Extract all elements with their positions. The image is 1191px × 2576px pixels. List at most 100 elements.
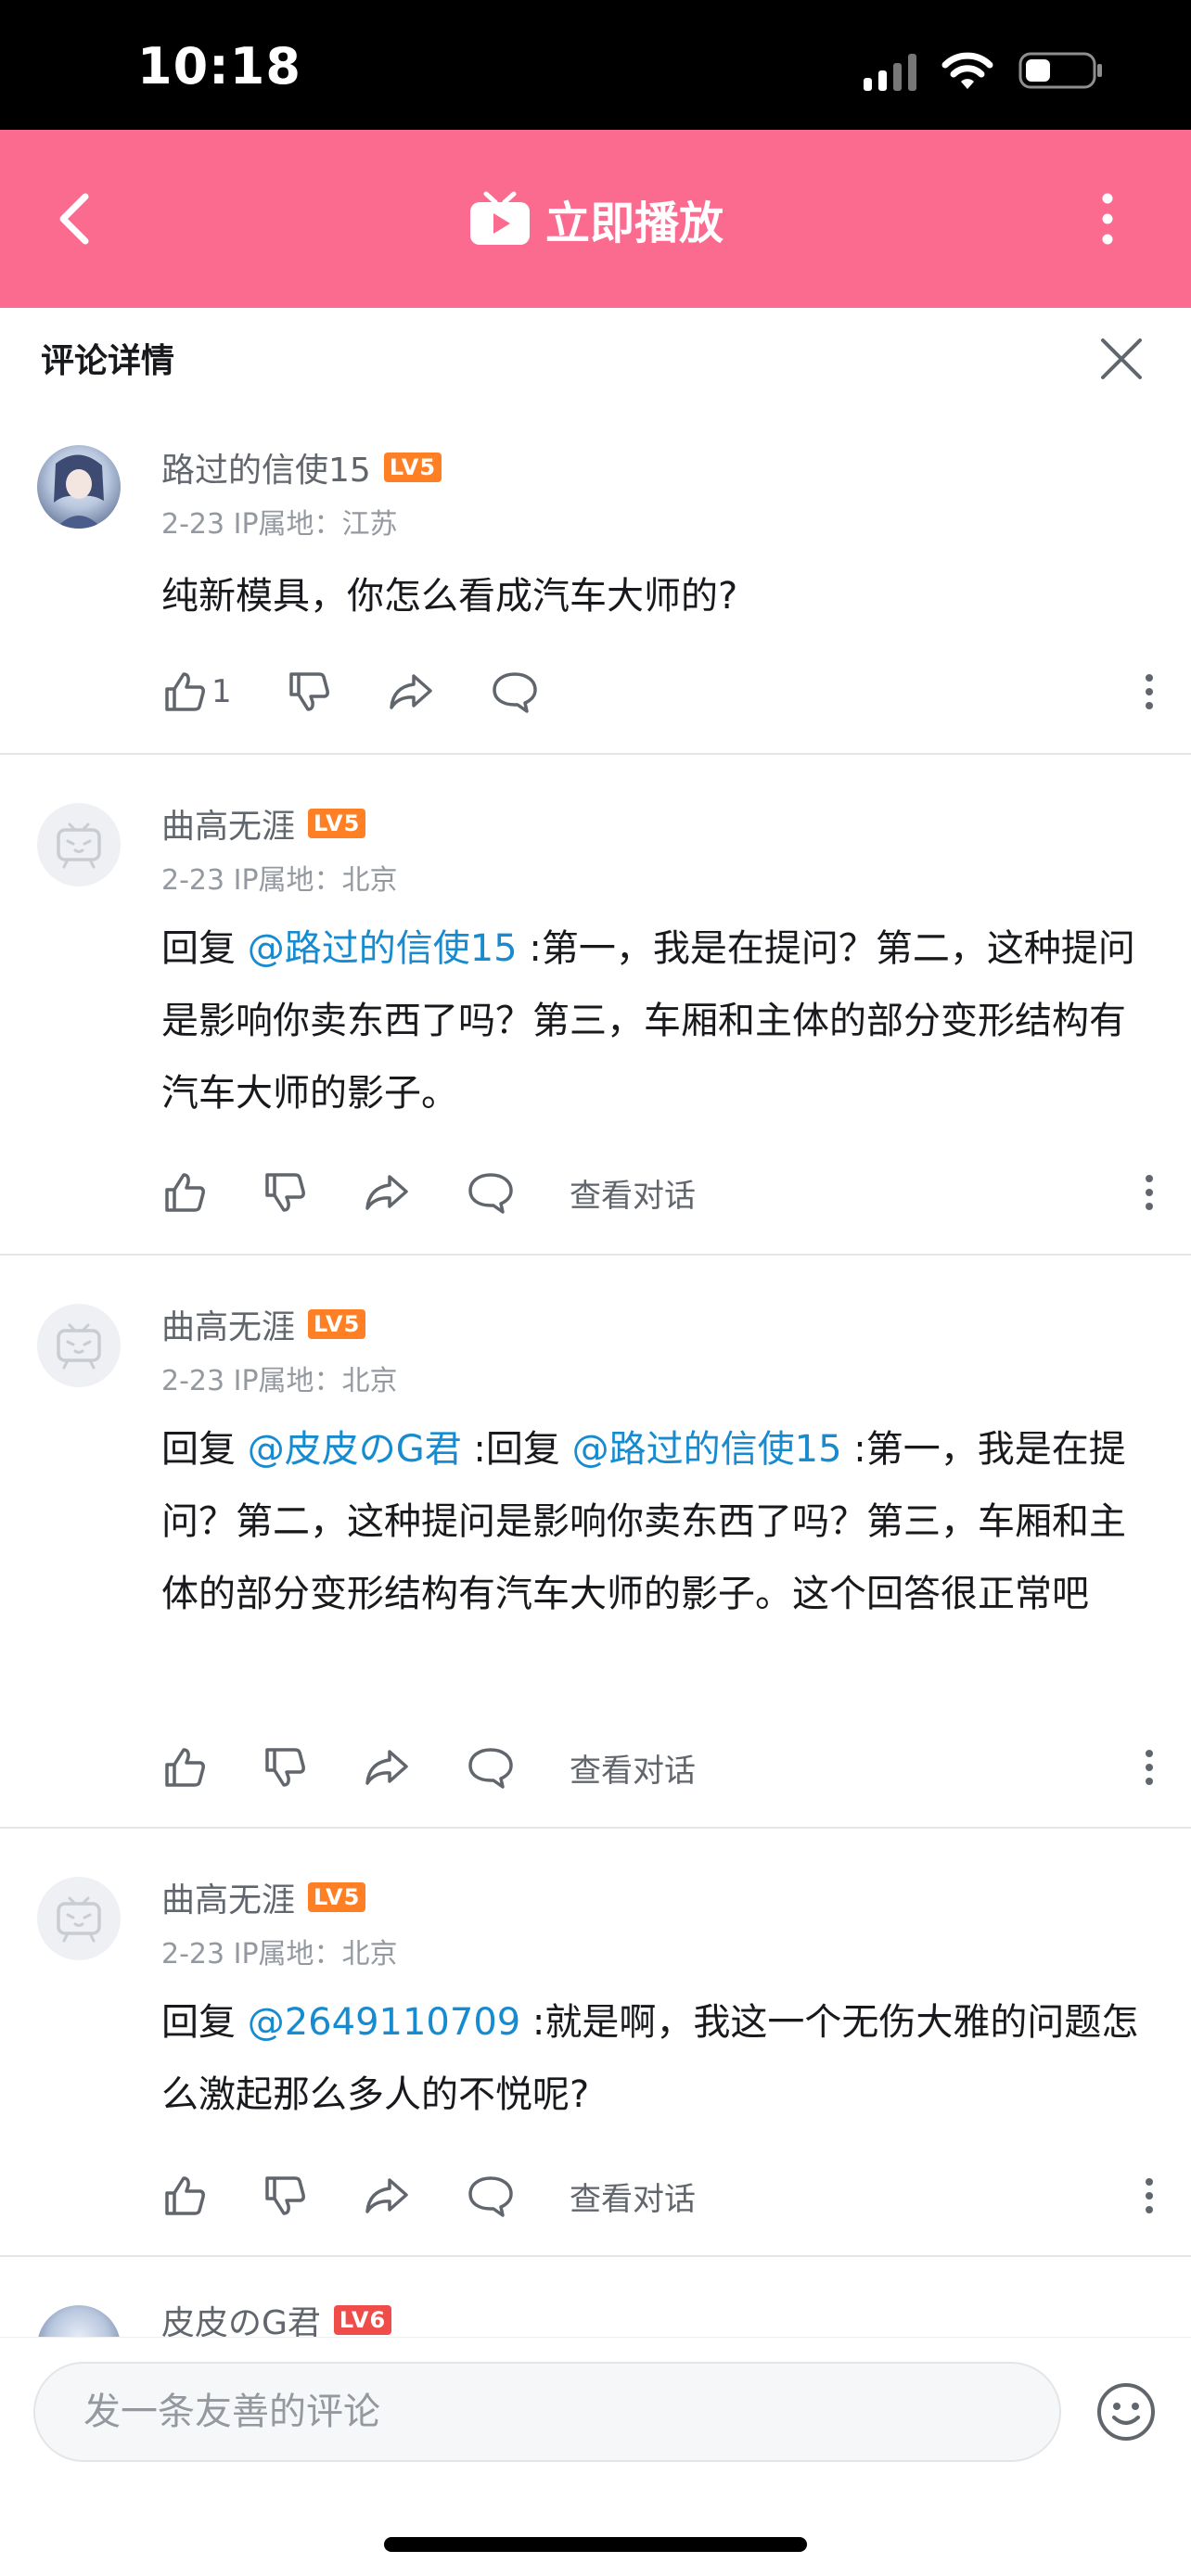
close-icon: [1101, 338, 1142, 379]
cellular-signal-icon: [864, 50, 916, 91]
thumb-up-icon: [165, 1748, 205, 1787]
reply-prefix: 回复: [161, 2001, 248, 2044]
comment-text: 纯新模具，你怎么看成汽车大师的?: [161, 560, 1145, 632]
comment-more-button[interactable]: [1135, 1165, 1163, 1220]
comment-item: 曲高无涯 LV5 2-23 IP属地：北京 回复 @皮皮のG君 :回复 @路过的…: [0, 1256, 1191, 1829]
share-button[interactable]: [386, 664, 436, 720]
more-vertical-icon: [1102, 193, 1113, 245]
status-time: 10:18: [137, 37, 301, 96]
username[interactable]: 路过的信使15: [161, 443, 371, 491]
comment-item: 曲高无涯 LV5 2-23 IP属地：北京 回复 @2649110709 :就是…: [0, 1829, 1191, 2257]
view-conversation-button[interactable]: 查看对话: [570, 2174, 696, 2219]
comment-actions: 1: [161, 664, 1163, 720]
top-bar: 立即播放: [0, 130, 1191, 308]
comment-more-button[interactable]: [1135, 664, 1163, 720]
like-button[interactable]: [161, 1165, 208, 1220]
mention-link[interactable]: @路过的信使15: [572, 1428, 842, 1471]
mention-link[interactable]: @2649110709: [248, 2001, 521, 2044]
reply-button[interactable]: [490, 664, 540, 720]
comment-meta: 2-23 IP属地：北京: [161, 1365, 398, 1397]
username[interactable]: 曲高无涯: [161, 1300, 295, 1348]
comment-text: 回复 @皮皮のG君 :回复 @路过的信使15 :第一，我是在提问？第二，这种提问…: [161, 1413, 1145, 1630]
view-conversation-button[interactable]: 查看对话: [570, 1745, 696, 1791]
thumb-up-icon: [165, 2176, 205, 2215]
comment-more-button[interactable]: [1135, 1740, 1163, 1795]
comment-more-button[interactable]: [1135, 2168, 1163, 2224]
share-button[interactable]: [362, 1165, 412, 1220]
avatar[interactable]: [37, 1877, 121, 1960]
username-row: 曲高无涯 LV5: [161, 799, 366, 848]
comment-meta: 2-23 IP属地：北京: [161, 864, 398, 897]
level-badge: LV5: [383, 453, 442, 482]
avatar[interactable]: [37, 445, 121, 529]
comment-actions: 查看对话: [161, 2168, 1163, 2224]
close-button[interactable]: [1089, 326, 1154, 391]
share-icon: [365, 2178, 408, 2213]
username-row: 曲高无涯 LV5: [161, 1873, 366, 1921]
thumb-down-icon: [265, 1748, 305, 1787]
thumb-up-icon: [165, 672, 205, 711]
comment-text: 回复 @2649110709 :就是啊，我这一个无伤大雅的问题怎么激起那么多人的…: [161, 1986, 1145, 2131]
thumb-down-icon: [265, 2176, 305, 2215]
default-avatar-icon: [57, 1896, 101, 1943]
username[interactable]: 曲高无涯: [161, 799, 295, 848]
comment-text: 回复 @路过的信使15 :第一，我是在提问？第二，这种提问是影响你卖东西了吗？第…: [161, 912, 1145, 1129]
comment-actions: 查看对话: [161, 1165, 1163, 1220]
reply-prefix: 回复: [161, 927, 248, 970]
mention-link[interactable]: @皮皮のG君: [248, 1428, 462, 1471]
share-icon: [365, 1175, 408, 1210]
comment-body: 纯新模具，你怎么看成汽车大师的?: [161, 575, 738, 618]
comment-meta: 2-23 IP属地：北京: [161, 1938, 398, 1970]
like-button[interactable]: 1: [161, 664, 232, 720]
reply-button[interactable]: [466, 2168, 516, 2224]
share-button[interactable]: [362, 1740, 412, 1795]
reply-icon: [468, 2176, 513, 2217]
emoji-icon: [1097, 2383, 1155, 2441]
like-count: 1: [211, 673, 232, 710]
comment-actions: 查看对话: [161, 1740, 1163, 1795]
default-avatar-icon: [57, 1323, 101, 1370]
more-vertical-icon: [1146, 1750, 1153, 1785]
avatar[interactable]: [37, 2305, 121, 2340]
dislike-button[interactable]: [262, 2168, 308, 2224]
dislike-button[interactable]: [286, 664, 332, 720]
level-badge: LV5: [308, 1882, 366, 1912]
comment-item: 皮皮のG君 LV6: [0, 2257, 1191, 2340]
reply-icon: [492, 672, 537, 713]
share-icon: [365, 1750, 408, 1785]
avatar[interactable]: [37, 803, 121, 886]
panel-title: 评论详情: [41, 342, 175, 380]
comment-item: 路过的信使15 LV5 2-23 IP属地：江苏 纯新模具，你怎么看成汽车大师的…: [0, 408, 1191, 755]
reply-prefix: 回复: [161, 1428, 248, 1471]
username[interactable]: 皮皮のG君: [161, 2296, 321, 2340]
thumb-down-icon: [265, 1173, 305, 1212]
play-now-button[interactable]: 立即播放: [0, 130, 1191, 308]
thumb-up-icon: [165, 1173, 205, 1212]
comment-input[interactable]: 发一条友善的评论: [33, 2362, 1061, 2462]
mention-link[interactable]: @路过的信使15: [248, 927, 518, 970]
wifi-icon: [941, 52, 993, 89]
top-bar-title: 立即播放: [544, 198, 724, 249]
like-button[interactable]: [161, 1740, 208, 1795]
more-vertical-icon: [1146, 2178, 1153, 2213]
more-vertical-icon: [1146, 674, 1153, 709]
dislike-button[interactable]: [262, 1740, 308, 1795]
status-icons: [864, 46, 1104, 95]
username-row: 皮皮のG君 LV6: [161, 2296, 392, 2340]
level-badge: LV5: [308, 1309, 366, 1339]
comment-meta: 2-23 IP属地：江苏: [161, 508, 398, 541]
panel-header: 评论详情: [0, 308, 1191, 408]
more-vertical-icon: [1146, 1175, 1153, 1210]
username[interactable]: 曲高无涯: [161, 1873, 295, 1921]
reply-button[interactable]: [466, 1740, 516, 1795]
level-badge: LV5: [308, 809, 366, 838]
like-button[interactable]: [161, 2168, 208, 2224]
reply-button[interactable]: [466, 1165, 516, 1220]
view-conversation-button[interactable]: 查看对话: [570, 1170, 696, 1216]
dislike-button[interactable]: [262, 1165, 308, 1220]
default-avatar-icon: [57, 823, 101, 869]
avatar[interactable]: [37, 1304, 121, 1387]
share-button[interactable]: [362, 2168, 412, 2224]
emoji-button[interactable]: [1095, 2380, 1158, 2443]
more-button[interactable]: [1070, 182, 1145, 256]
